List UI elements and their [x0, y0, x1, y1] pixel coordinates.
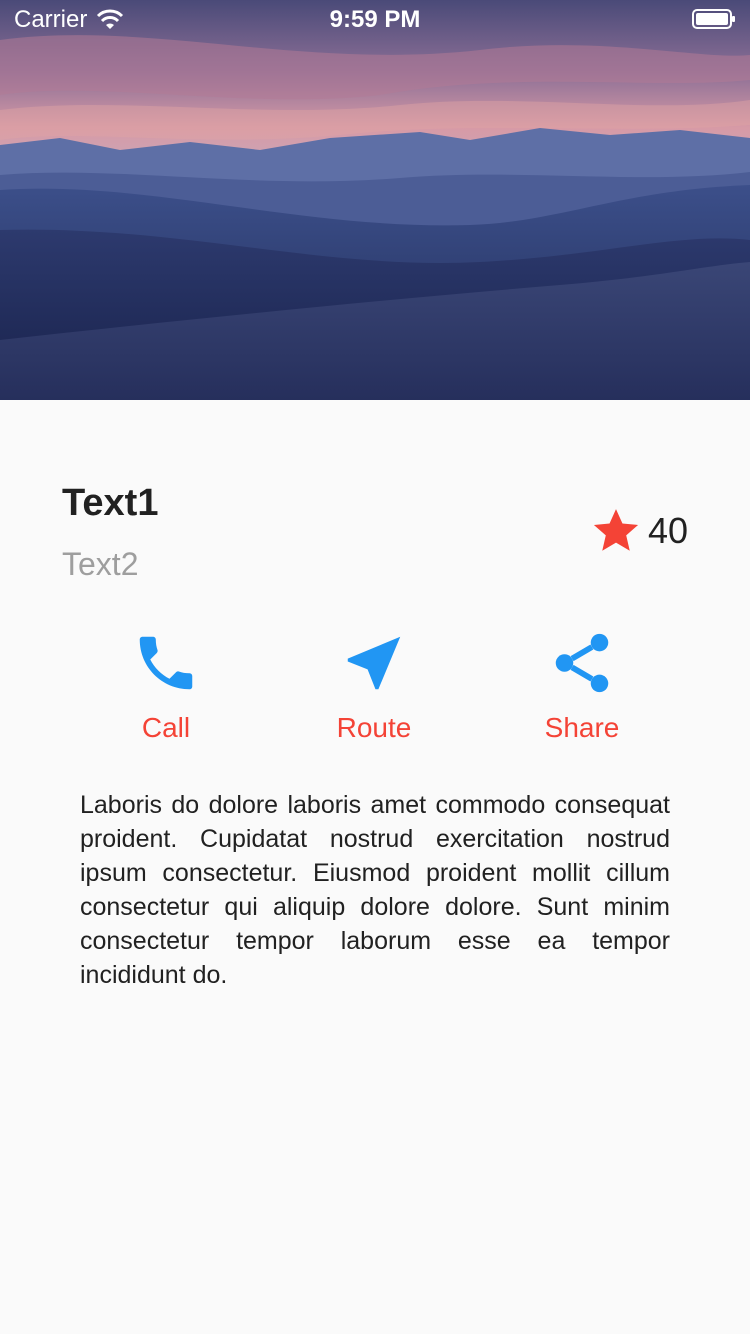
description-text: Laboris do dolore laboris amet commodo c… — [80, 791, 670, 989]
status-time: 9:59 PM — [329, 6, 421, 33]
navigation-icon — [347, 636, 401, 690]
call-label: Call — [141, 712, 191, 743]
rating-count: 40 — [647, 510, 688, 551]
action-button-row: Call Route Share — [62, 628, 688, 758]
hero-image — [0, 0, 750, 400]
route-label: Route — [336, 712, 412, 743]
share-button[interactable]: Share — [502, 628, 662, 744]
route-button[interactable]: Route — [294, 628, 454, 744]
item-title: Text1 — [62, 482, 159, 524]
share-label: Share — [544, 712, 620, 743]
status-bar: Carrier 9:59 PM — [0, 0, 750, 40]
battery-icon — [692, 9, 735, 29]
star-icon[interactable] — [590, 506, 642, 556]
title-section: Text1 Text2 40 — [62, 480, 688, 590]
phone-icon — [139, 636, 193, 690]
call-button[interactable]: Call — [86, 628, 246, 744]
detail-screen: Carrier 9:59 PM Text1 Text2 40 Call Rout… — [0, 0, 750, 1334]
rating[interactable]: 40 — [590, 506, 688, 556]
item-subtitle: Text2 — [62, 546, 139, 582]
share-icon — [555, 633, 609, 693]
